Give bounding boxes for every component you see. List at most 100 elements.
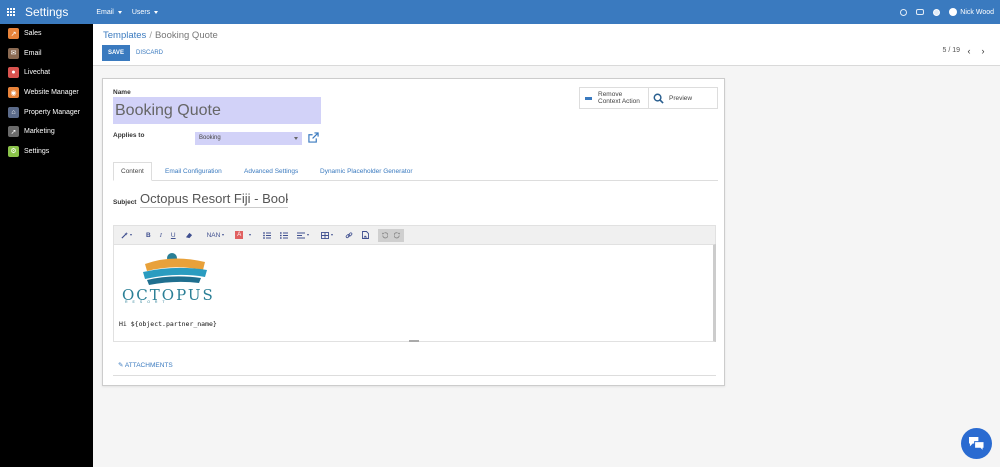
remove-context-action-button[interactable]: Remove Context Action (579, 87, 649, 109)
undo-button[interactable] (378, 228, 392, 242)
tab-content[interactable]: Content (113, 162, 152, 181)
subject-input[interactable]: Octopus Resort Fiji - Booking Quote (140, 191, 288, 208)
sidebar-item-label: Marketing (24, 128, 55, 136)
align-left-icon (297, 232, 306, 238)
email-icon: ✉ (8, 47, 19, 59)
chevron-down-icon (222, 234, 225, 236)
link-button[interactable] (342, 229, 356, 242)
systray: Nick Wood (900, 0, 994, 24)
editor-resize-handle[interactable] (409, 340, 419, 342)
name-input[interactable]: Booking Quote (113, 97, 321, 124)
bullet-list-icon (263, 231, 272, 239)
subject-label: Subject (113, 199, 137, 206)
menu-users[interactable]: Users (131, 8, 159, 16)
sidebar-item-label: Email (24, 49, 42, 57)
tab-advanced-settings[interactable]: Advanced Settings (237, 162, 305, 181)
sidebar-item-label: Settings (24, 147, 50, 155)
sidebar-item-property-manager[interactable]: ⌂ Property Manager (0, 102, 93, 122)
sidebar-item-label: Website Manager (24, 89, 79, 97)
live-chat-button[interactable] (961, 428, 992, 459)
sales-icon: ↗ (8, 28, 19, 40)
redo-button[interactable] (391, 228, 405, 242)
eraser-button[interactable] (182, 229, 196, 242)
preview-label: Preview (669, 94, 693, 102)
style-dropdown[interactable] (118, 229, 135, 242)
applies-to-select[interactable]: Booking (195, 132, 302, 145)
font-color-icon: A (235, 231, 244, 239)
menu-users-label: Users (131, 8, 151, 16)
remove-label-line2: Context Action (598, 98, 640, 105)
table-dropdown[interactable] (318, 229, 336, 242)
app-title: Settings (25, 5, 69, 19)
bold-button[interactable]: B (143, 229, 154, 242)
chevron-down-icon (331, 234, 334, 236)
preview-button[interactable]: Preview (648, 87, 718, 109)
breadcrumb-templates[interactable]: Templates (103, 30, 146, 41)
octopus-resort-logo: OCTOPUS RESORT (117, 250, 233, 310)
chevron-down-icon (294, 137, 298, 140)
attachments-link[interactable]: ✎ ATTACHMENTS (118, 361, 173, 369)
file-image-icon (362, 231, 370, 239)
marketing-icon: ➚ (8, 126, 19, 138)
eraser-icon (185, 232, 192, 238)
external-link-icon[interactable] (308, 132, 319, 143)
sidebar-item-label: Livechat (24, 69, 51, 77)
chevron-down-icon (249, 234, 252, 236)
remove-label-line1: Remove (598, 91, 623, 98)
sidebar-item-livechat[interactable]: ● Livechat (0, 63, 93, 83)
name-label: Name (113, 89, 131, 96)
control-panel: Templates / Booking Quote SAVE DISCARD 5 /… (93, 24, 1000, 66)
ordered-list-button[interactable] (277, 229, 291, 242)
website-icon: ◉ (8, 87, 19, 99)
discard-button[interactable]: DISCARD (136, 45, 163, 61)
link-icon (346, 231, 353, 238)
sidebar-item-settings[interactable]: ⚙ Settings (0, 142, 93, 162)
apps-menu-icon[interactable] (7, 8, 15, 16)
sidebar-item-marketing[interactable]: ➚ Marketing (0, 122, 93, 142)
sidebar-item-label: Sales (24, 30, 42, 38)
editor-toolbar: B I U NAN A (113, 225, 716, 244)
sidebar-item-email[interactable]: ✉ Email (0, 44, 93, 64)
form-sheet: Name Booking Quote Applies to Booking Re… (102, 78, 725, 386)
save-button[interactable]: SAVE (102, 45, 130, 61)
italic-button[interactable]: I (157, 229, 165, 242)
numbered-list-icon (280, 231, 289, 239)
globe-icon[interactable] (933, 8, 941, 16)
pager-next-icon[interactable]: › (978, 45, 988, 57)
pager-value[interactable]: 5 / 19 (942, 47, 960, 54)
chevron-down-icon (307, 234, 310, 236)
messages-icon[interactable] (916, 9, 925, 15)
breadcrumb-current: Booking Quote (154, 30, 218, 41)
email-body-editor[interactable]: OCTOPUS RESORT Hi ${object.partner_name} (113, 244, 716, 342)
paragraph-align-dropdown[interactable] (294, 229, 312, 242)
chevron-down-icon (154, 10, 159, 14)
menu-email[interactable]: Email (96, 9, 122, 16)
top-navbar: Settings Email Users Nick Wood (0, 0, 1000, 24)
applies-to-value: Booking (199, 135, 221, 141)
clock-icon[interactable] (900, 8, 908, 16)
chevron-down-icon (117, 10, 122, 14)
image-button[interactable] (359, 229, 372, 242)
sidebar-item-label: Property Manager (24, 108, 81, 116)
settings-icon: ⚙ (8, 145, 19, 157)
unordered-list-button[interactable] (260, 229, 274, 242)
logo-subtext: RESORT (125, 300, 170, 304)
magic-wand-icon (121, 231, 128, 239)
applies-to-label: Applies to (113, 132, 145, 139)
tab-dynamic-placeholder-generator[interactable]: Dynamic Placeholder Generator (313, 162, 420, 181)
sidebar-item-website-manager[interactable]: ◉ Website Manager (0, 83, 93, 103)
chevron-down-icon (130, 234, 132, 236)
menu-email-label: Email (96, 8, 114, 16)
underline-button[interactable]: U (168, 229, 179, 242)
sidebar-item-sales[interactable]: ↗ Sales (0, 24, 93, 44)
resort-logo-graphic (143, 253, 207, 285)
tab-email-configuration[interactable]: Email Configuration (158, 162, 229, 181)
user-menu[interactable]: Nick Wood (949, 8, 994, 16)
font-size-dropdown[interactable]: NAN (204, 229, 228, 242)
redo-icon (394, 231, 401, 238)
pager-previous-icon[interactable]: ‹ (964, 45, 974, 57)
breadcrumb-separator: / (149, 30, 152, 41)
font-color-dropdown[interactable]: A (232, 229, 254, 242)
divider (113, 375, 716, 376)
breadcrumb: Templates / Booking Quote (103, 30, 218, 41)
